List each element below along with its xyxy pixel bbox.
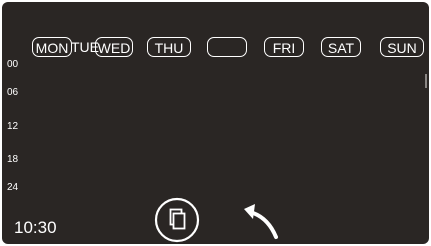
back-arrow-icon [244, 204, 278, 239]
tab-tuesday[interactable]: TUE [71, 37, 99, 57]
scroll-indicator [425, 74, 427, 88]
tab-empty[interactable] [207, 37, 247, 57]
schedule-screen: MON TUE WED THU FRI SAT SUN 00 06 12 18 … [2, 2, 429, 244]
copy-icon [154, 197, 200, 243]
hour-label: 12 [7, 121, 19, 132]
copy-button[interactable] [153, 197, 201, 243]
hour-label: 24 [7, 182, 19, 193]
back-button[interactable] [238, 199, 282, 241]
tab-wednesday[interactable]: WED [95, 37, 133, 57]
tab-friday[interactable]: FRI [264, 37, 304, 57]
hour-label: 06 [7, 87, 19, 98]
tab-saturday[interactable]: SAT [321, 37, 361, 57]
tab-thursday[interactable]: THU [147, 37, 191, 57]
clock-time: 10:30 [14, 218, 57, 237]
tab-monday[interactable]: MON [32, 37, 72, 57]
hour-label: 18 [7, 154, 19, 165]
hour-label: 00 [7, 59, 19, 70]
tab-sunday[interactable]: SUN [380, 37, 424, 57]
